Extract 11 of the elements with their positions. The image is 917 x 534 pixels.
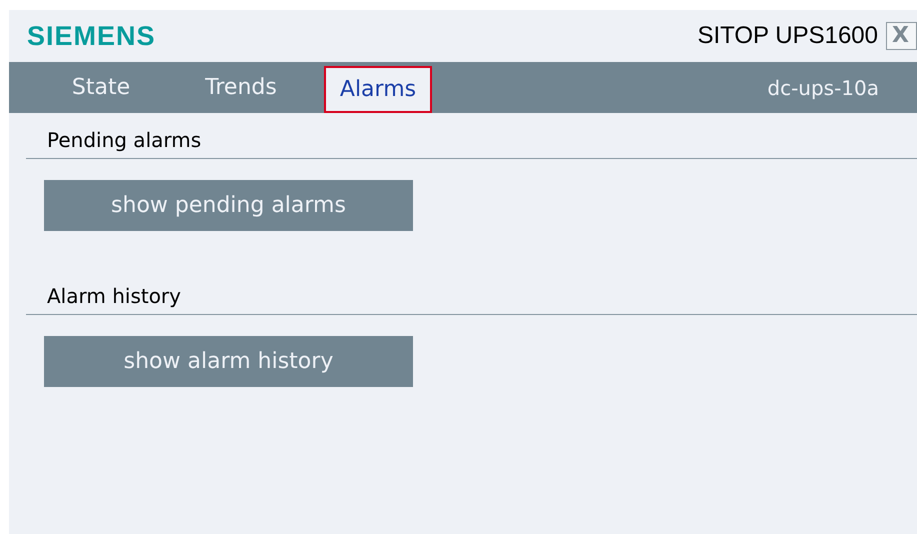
close-button[interactable]: X bbox=[886, 22, 917, 50]
nav-tab[interactable]: Alarms bbox=[324, 66, 432, 112]
device-title: SITOP UPS1600 bbox=[697, 21, 878, 51]
logo: SIEMENS bbox=[27, 20, 156, 53]
section-heading: Alarm history bbox=[47, 284, 181, 308]
device-name: dc-ups-10a bbox=[767, 74, 879, 102]
action-button[interactable]: show pending alarms bbox=[44, 180, 413, 231]
nav-tab[interactable]: Trends bbox=[166, 62, 316, 113]
action-button[interactable]: show alarm history bbox=[44, 336, 413, 387]
section-heading: Pending alarms bbox=[47, 128, 202, 152]
nav-tab[interactable]: State bbox=[36, 62, 166, 113]
